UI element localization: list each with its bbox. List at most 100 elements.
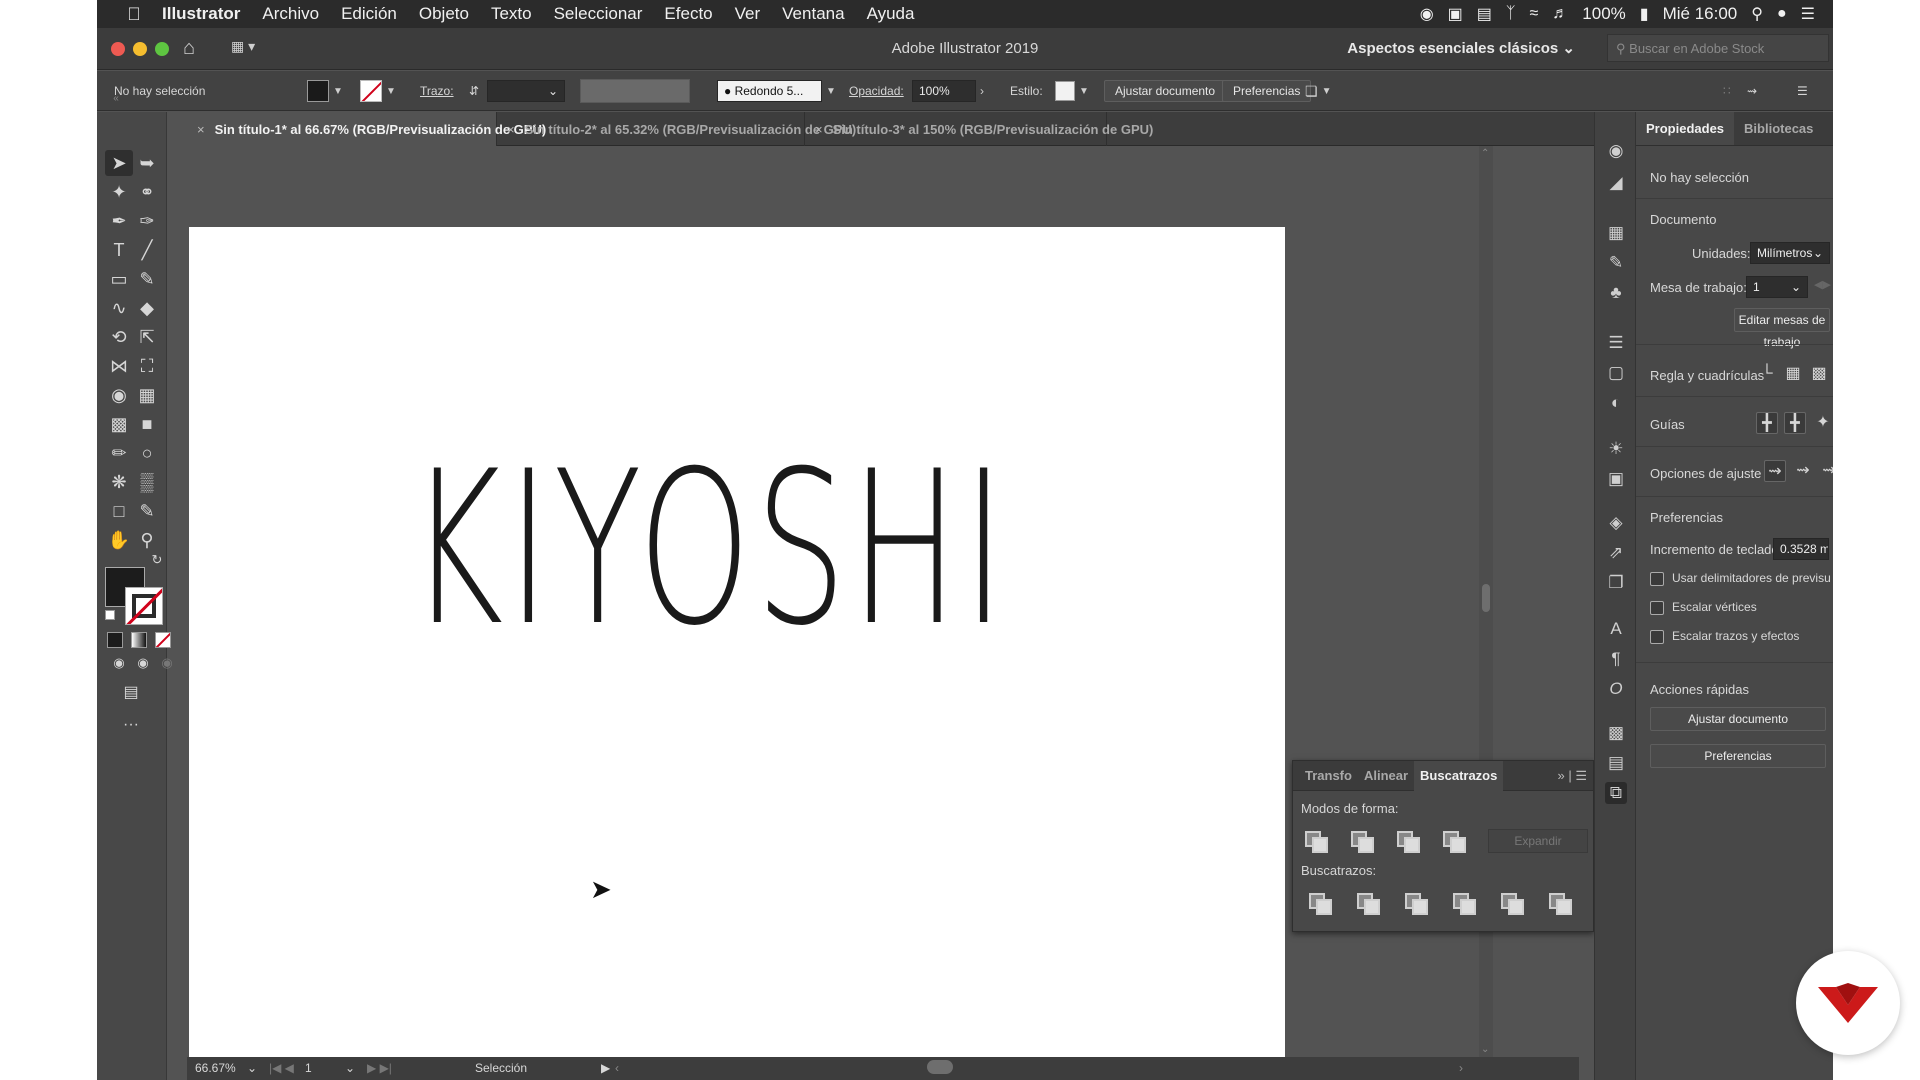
apple-icon[interactable]:  bbox=[117, 4, 151, 25]
gradient-tool-icon[interactable]: ■ bbox=[133, 411, 161, 437]
tab-align[interactable]: Alinear bbox=[1358, 761, 1414, 791]
stroke-swatch-control[interactable]: ▼ bbox=[360, 71, 396, 111]
minus-back-icon[interactable] bbox=[1549, 893, 1572, 915]
layers-icon[interactable]: ◈ bbox=[1605, 512, 1627, 534]
snap-to-pixel-icon[interactable]: ⇝ bbox=[1818, 460, 1833, 482]
bluetooth-icon[interactable]: ᛉ bbox=[1506, 5, 1516, 23]
close-icon[interactable]: × bbox=[815, 122, 823, 137]
brushes-icon[interactable]: ✎ bbox=[1605, 252, 1627, 274]
puppet-warp-icon[interactable]: ❏ ▼ bbox=[1305, 71, 1331, 111]
opacity-label[interactable]: Opacidad: bbox=[849, 71, 904, 111]
divide-icon[interactable] bbox=[1309, 893, 1332, 915]
quick-fit-document-button[interactable]: Ajustar documento bbox=[1650, 707, 1826, 731]
collapse-panel-icon[interactable]: « bbox=[102, 86, 130, 112]
character-icon[interactable]: A bbox=[1605, 618, 1627, 640]
tab-transform[interactable]: Transfo bbox=[1299, 761, 1358, 791]
keyboard-increment-input[interactable]: 0.3528 mr bbox=[1773, 538, 1829, 560]
scrollbar-thumb[interactable] bbox=[1482, 584, 1490, 612]
zoom-tool-icon[interactable]: ⚲ bbox=[133, 527, 161, 553]
brush-definition[interactable]: ● Redondo 5... ▼ bbox=[717, 71, 836, 111]
swatches-icon[interactable]: ▦ bbox=[1605, 222, 1627, 244]
magic-wand-icon[interactable]: ✦ bbox=[105, 179, 133, 205]
lasso-icon[interactable]: ⚭ bbox=[133, 179, 161, 205]
minus-front-icon[interactable] bbox=[1351, 831, 1374, 853]
horizontal-scrollbar-thumb[interactable] bbox=[927, 1060, 953, 1074]
chevron-down-icon[interactable]: ▼ bbox=[1079, 86, 1089, 97]
menu-edicion[interactable]: Edición bbox=[330, 4, 408, 24]
artboards-icon[interactable]: ❐ bbox=[1605, 572, 1627, 594]
eyedropper-icon[interactable]: ✏ bbox=[105, 440, 133, 466]
stroke-weight-input[interactable]: ⌄ bbox=[487, 80, 565, 102]
kiyoshi-logo-artwork[interactable]: KIYOSHI bbox=[409, 462, 1009, 632]
artboard-dropdown[interactable]: 1 ⌄ bbox=[1746, 276, 1808, 298]
stroke-label[interactable]: Trazo: bbox=[420, 71, 454, 111]
slice-tool-icon[interactable]: ✎ bbox=[133, 498, 161, 524]
preferences-button[interactable]: Preferencias bbox=[1222, 80, 1312, 102]
shape-builder-icon[interactable]: ◉ bbox=[105, 382, 133, 408]
snap-to-grid-icon[interactable]: ⇝ bbox=[1792, 460, 1814, 482]
tab-document-3[interactable]: × Sin título-3* al 150% (RGB/Previsualiza… bbox=[805, 112, 1153, 146]
adobe-stock-search[interactable]: ⚲ Buscar en Adobe Stock bbox=[1607, 34, 1829, 62]
show-guides-icon[interactable]: ╋ bbox=[1756, 412, 1778, 434]
stroke-icon[interactable]: ☰ bbox=[1605, 332, 1627, 354]
menu-ver[interactable]: Ver bbox=[724, 4, 772, 24]
blend-tool-icon[interactable]: ○ bbox=[133, 440, 161, 466]
tab-document-2[interactable]: × Sin título-2* al 65.32% (RGB/Previsuali… bbox=[497, 112, 856, 146]
appearance-icon[interactable]: ☀ bbox=[1605, 438, 1627, 460]
selection-tool-icon[interactable]: ➤ bbox=[105, 150, 133, 176]
intersect-icon[interactable] bbox=[1397, 831, 1420, 853]
eraser-icon[interactable]: ◆ bbox=[133, 295, 161, 321]
scroll-up-icon[interactable]: ⌃ bbox=[1481, 148, 1489, 159]
graphic-style-swatch[interactable] bbox=[1055, 81, 1075, 101]
pen-tool-icon[interactable]: ✒ bbox=[105, 208, 133, 234]
transform-icon[interactable]: ▩ bbox=[1605, 722, 1627, 744]
scroll-down-icon[interactable]: ⌄ bbox=[1481, 1044, 1489, 1055]
siri-icon[interactable]: ● bbox=[1777, 5, 1787, 23]
wifi-icon[interactable]: ≈ bbox=[1530, 5, 1539, 23]
shaper-tool-icon[interactable]: ∿ bbox=[105, 295, 133, 321]
swap-colors-icon[interactable]: ↻ bbox=[143, 552, 171, 568]
scale-corners-checkbox[interactable] bbox=[1650, 601, 1664, 615]
edit-artboards-button[interactable]: Editar mesas de trabajo bbox=[1734, 308, 1830, 349]
exclude-icon[interactable] bbox=[1443, 831, 1466, 853]
display-icon[interactable]: ▤ bbox=[1477, 4, 1492, 24]
snap-icon[interactable]: ⇝ bbox=[1747, 71, 1757, 111]
free-transform-icon[interactable]: ⛶ bbox=[133, 353, 161, 379]
lock-guides-icon[interactable]: ╋ bbox=[1784, 412, 1806, 434]
grid-icon[interactable]: ▦ bbox=[1782, 363, 1804, 385]
opentype-icon[interactable]: O bbox=[1605, 678, 1627, 700]
crop-icon[interactable] bbox=[1453, 893, 1476, 915]
menu-app-name[interactable]: Illustrator bbox=[151, 4, 251, 24]
color-guide-icon[interactable]: ◉ bbox=[1605, 140, 1627, 162]
artboard-nav-first-prev-icon[interactable]: |◀ ◀ bbox=[269, 1061, 294, 1075]
asset-export-icon[interactable]: ⇗ bbox=[1605, 542, 1627, 564]
menu-texto[interactable]: Texto bbox=[480, 4, 543, 24]
scroll-left-icon[interactable]: ‹ bbox=[615, 1061, 619, 1075]
artboard[interactable]: KIYOSHI bbox=[189, 227, 1285, 1057]
tab-properties[interactable]: Propiedades bbox=[1636, 112, 1735, 145]
variable-width-profile[interactable] bbox=[580, 71, 690, 111]
graphic-style-control[interactable]: ▼ bbox=[1055, 71, 1089, 111]
chevron-down-icon[interactable]: ▼ bbox=[1322, 86, 1332, 97]
camera-icon[interactable]: ▣ bbox=[1448, 4, 1463, 24]
trim-icon[interactable] bbox=[1357, 893, 1380, 915]
stroke-weight-field[interactable]: ⌄ bbox=[487, 71, 565, 111]
mesh-tool-icon[interactable]: ▩ bbox=[105, 411, 133, 437]
opacity-input[interactable]: 100% bbox=[912, 80, 976, 102]
artboard-tool-icon[interactable]: □ bbox=[105, 498, 133, 524]
direct-selection-tool-icon[interactable]: ➥ bbox=[133, 150, 161, 176]
preview-bounds-checkbox[interactable] bbox=[1650, 572, 1664, 586]
rulers-icon[interactable]: └ bbox=[1756, 363, 1778, 385]
stepper-icon[interactable]: ⇵ bbox=[469, 84, 479, 98]
clock[interactable]: Mié 16:00 bbox=[1663, 4, 1738, 24]
width-tool-icon[interactable]: ⋈ bbox=[105, 353, 133, 379]
color-icon[interactable]: ◢ bbox=[1605, 172, 1627, 194]
tab-pathfinder[interactable]: Buscatrazos bbox=[1414, 760, 1504, 791]
zoom-dropdown-icon[interactable]: ⌄ bbox=[247, 1061, 257, 1075]
opacity-field[interactable]: 100% › bbox=[912, 71, 984, 111]
curvature-tool-icon[interactable]: ✑ bbox=[133, 208, 161, 234]
align-icon[interactable]: ▤ bbox=[1605, 752, 1627, 774]
notification-center-icon[interactable]: ☰ bbox=[1801, 4, 1815, 24]
brush-definition-field[interactable]: ● Redondo 5... bbox=[717, 80, 822, 102]
workspace-switcher[interactable]: Aspectos esenciales clásicos ⌄ bbox=[1347, 39, 1575, 57]
